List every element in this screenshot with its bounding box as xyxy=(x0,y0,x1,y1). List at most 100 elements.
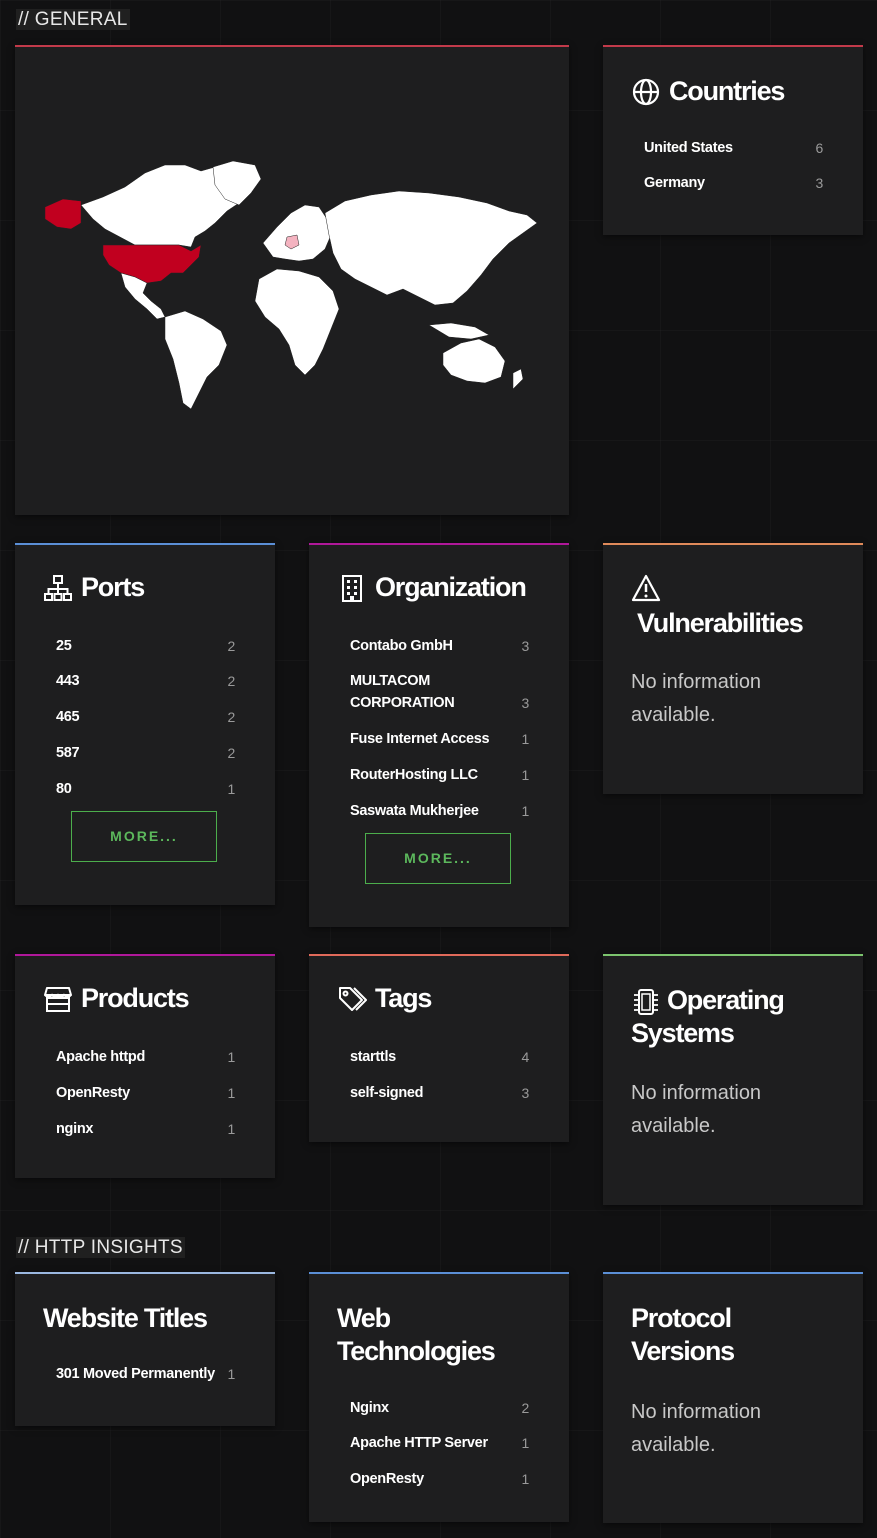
map-indonesia[interactable] xyxy=(428,322,490,340)
section-heading-http: // HTTP INSIGHTS xyxy=(16,1237,185,1259)
list-item[interactable]: starttls 4 xyxy=(350,1046,529,1068)
products-list: Apache httpd 1 OpenResty 1 nginx 1 xyxy=(56,1046,235,1140)
building-icon xyxy=(342,574,362,602)
network-icon xyxy=(44,574,72,601)
list-item-label: 25 xyxy=(56,638,72,654)
warning-icon xyxy=(631,574,661,602)
world-map-card xyxy=(15,45,569,515)
map-africa[interactable] xyxy=(254,268,340,376)
list-item-count: 1 xyxy=(227,1366,236,1382)
list-item[interactable]: RouterHosting LLC 1 xyxy=(350,764,529,786)
list-item-label: Fuse Internet Access xyxy=(350,731,490,747)
web-tech-title-text: Web Technologies xyxy=(337,1303,496,1366)
map-new-zealand[interactable] xyxy=(512,368,524,390)
list-item[interactable]: Contabo GmbH 3 xyxy=(350,635,529,657)
website-titles-card: Website Titles 301 Moved Permanently 1 xyxy=(15,1272,275,1426)
list-item[interactable]: Saswata Mukherjee 1 xyxy=(350,800,529,822)
os-title: Operating Systems xyxy=(631,984,811,1050)
list-item[interactable]: Apache HTTP Server 1 xyxy=(350,1432,529,1454)
list-item[interactable]: 301 Moved Permanently 1 xyxy=(56,1363,235,1385)
list-item-count: 1 xyxy=(521,731,530,747)
section-heading-http-text: // HTTP INSIGHTS xyxy=(16,1237,185,1258)
countries-title-text: Countries xyxy=(669,76,785,106)
list-item[interactable]: 25 2 xyxy=(56,635,235,657)
list-item-label: 465 xyxy=(56,709,80,725)
countries-card: Countries United States 6 Germany 3 xyxy=(603,45,863,235)
list-item[interactable]: United States 6 xyxy=(644,137,823,159)
list-item-label: Apache httpd xyxy=(56,1049,146,1065)
ports-title: Ports xyxy=(43,571,255,604)
web-tech-card: Web Technologies Nginx 2 Apache HTTP Ser… xyxy=(309,1272,569,1522)
tags-list: starttls 4 self-signed 3 xyxy=(350,1046,529,1104)
list-item[interactable]: OpenResty 1 xyxy=(350,1468,529,1490)
cpu-icon xyxy=(634,988,658,1015)
products-title: Products xyxy=(43,982,255,1015)
list-item[interactable]: 80 1 xyxy=(56,778,235,800)
list-item[interactable]: Germany 3 xyxy=(644,172,823,194)
ports-card: Ports 25 2 443 2 465 2 587 2 80 1 MORE..… xyxy=(15,543,275,905)
list-item-count: 3 xyxy=(815,175,824,191)
website-titles-list: 301 Moved Permanently 1 xyxy=(56,1363,235,1385)
list-item-count: 1 xyxy=(521,1435,530,1451)
list-item-label: 80 xyxy=(56,781,72,797)
protocol-title-text: Protocol Versions xyxy=(631,1303,735,1366)
map-united-states[interactable] xyxy=(102,244,202,284)
protocol-card: Protocol Versions No information availab… xyxy=(603,1272,863,1523)
world-map[interactable] xyxy=(15,47,569,515)
list-item[interactable]: 587 2 xyxy=(56,742,235,764)
list-item[interactable]: 443 2 xyxy=(56,670,235,692)
list-item-label: 301 Moved Permanently xyxy=(56,1366,215,1382)
tags-title-text: Tags xyxy=(375,983,432,1013)
list-item[interactable]: Fuse Internet Access 1 xyxy=(350,728,529,750)
list-item[interactable]: Apache httpd 1 xyxy=(56,1046,235,1068)
list-item-label: RouterHosting LLC xyxy=(350,767,478,783)
list-item-label: 443 xyxy=(56,673,80,689)
list-item-label: Contabo GmbH xyxy=(350,638,453,654)
map-europe[interactable] xyxy=(262,204,332,262)
section-heading-general: // GENERAL xyxy=(16,9,130,31)
section-heading-general-text: // GENERAL xyxy=(16,9,130,30)
os-empty-text: No information available. xyxy=(631,1082,762,1137)
products-title-text: Products xyxy=(81,983,190,1013)
os-card: Operating Systems No information availab… xyxy=(603,954,863,1205)
list-item-count: 2 xyxy=(227,709,236,725)
list-item[interactable]: self-signed 3 xyxy=(350,1082,529,1104)
list-item-label: starttls xyxy=(350,1049,396,1065)
list-item[interactable]: 465 2 xyxy=(56,706,235,728)
organization-more-button[interactable]: MORE... xyxy=(365,833,511,884)
list-item-count: 4 xyxy=(521,1049,530,1065)
list-item-label: nginx xyxy=(56,1121,94,1137)
list-item-count: 1 xyxy=(521,1471,530,1487)
ports-list: 25 2 443 2 465 2 587 2 80 1 xyxy=(56,635,235,800)
list-item[interactable]: MULTACOM CORPORATION 3 xyxy=(350,670,529,714)
list-item-label: MULTACOM CORPORATION xyxy=(350,673,455,711)
list-item-label: OpenResty xyxy=(350,1471,424,1487)
protocol-empty-text: No information available. xyxy=(631,1401,762,1456)
map-south-america[interactable] xyxy=(164,310,228,410)
list-item-label: Nginx xyxy=(350,1400,389,1416)
ports-title-text: Ports xyxy=(81,572,145,602)
list-item-count: 1 xyxy=(521,803,530,819)
list-item[interactable]: nginx 1 xyxy=(56,1118,235,1140)
store-icon xyxy=(44,986,72,1012)
globe-icon xyxy=(632,78,660,105)
list-item-count: 2 xyxy=(521,1400,530,1416)
tags-card: Tags starttls 4 self-signed 3 xyxy=(309,954,569,1142)
website-titles-title: Website Titles xyxy=(43,1302,255,1335)
list-item-count: 1 xyxy=(521,767,530,783)
list-item[interactable]: Nginx 2 xyxy=(350,1397,529,1419)
list-item-label: Apache HTTP Server xyxy=(350,1435,488,1451)
map-australia[interactable] xyxy=(442,338,506,384)
list-item[interactable]: OpenResty 1 xyxy=(56,1082,235,1104)
list-item-count: 1 xyxy=(227,781,236,797)
ports-more-button[interactable]: MORE... xyxy=(71,811,217,862)
list-item-label: Saswata Mukherjee xyxy=(350,803,479,819)
map-asia[interactable] xyxy=(324,190,538,306)
organization-card: Organization Contabo GmbH 3 MULTACOM COR… xyxy=(309,543,569,927)
countries-list: United States 6 Germany 3 xyxy=(644,137,823,194)
organization-list: Contabo GmbH 3 MULTACOM CORPORATION 3 Fu… xyxy=(350,635,529,822)
list-item-label: OpenResty xyxy=(56,1085,130,1101)
web-tech-title: Web Technologies xyxy=(337,1302,517,1368)
list-item-count: 3 xyxy=(521,1085,530,1101)
map-alaska[interactable] xyxy=(44,198,82,230)
